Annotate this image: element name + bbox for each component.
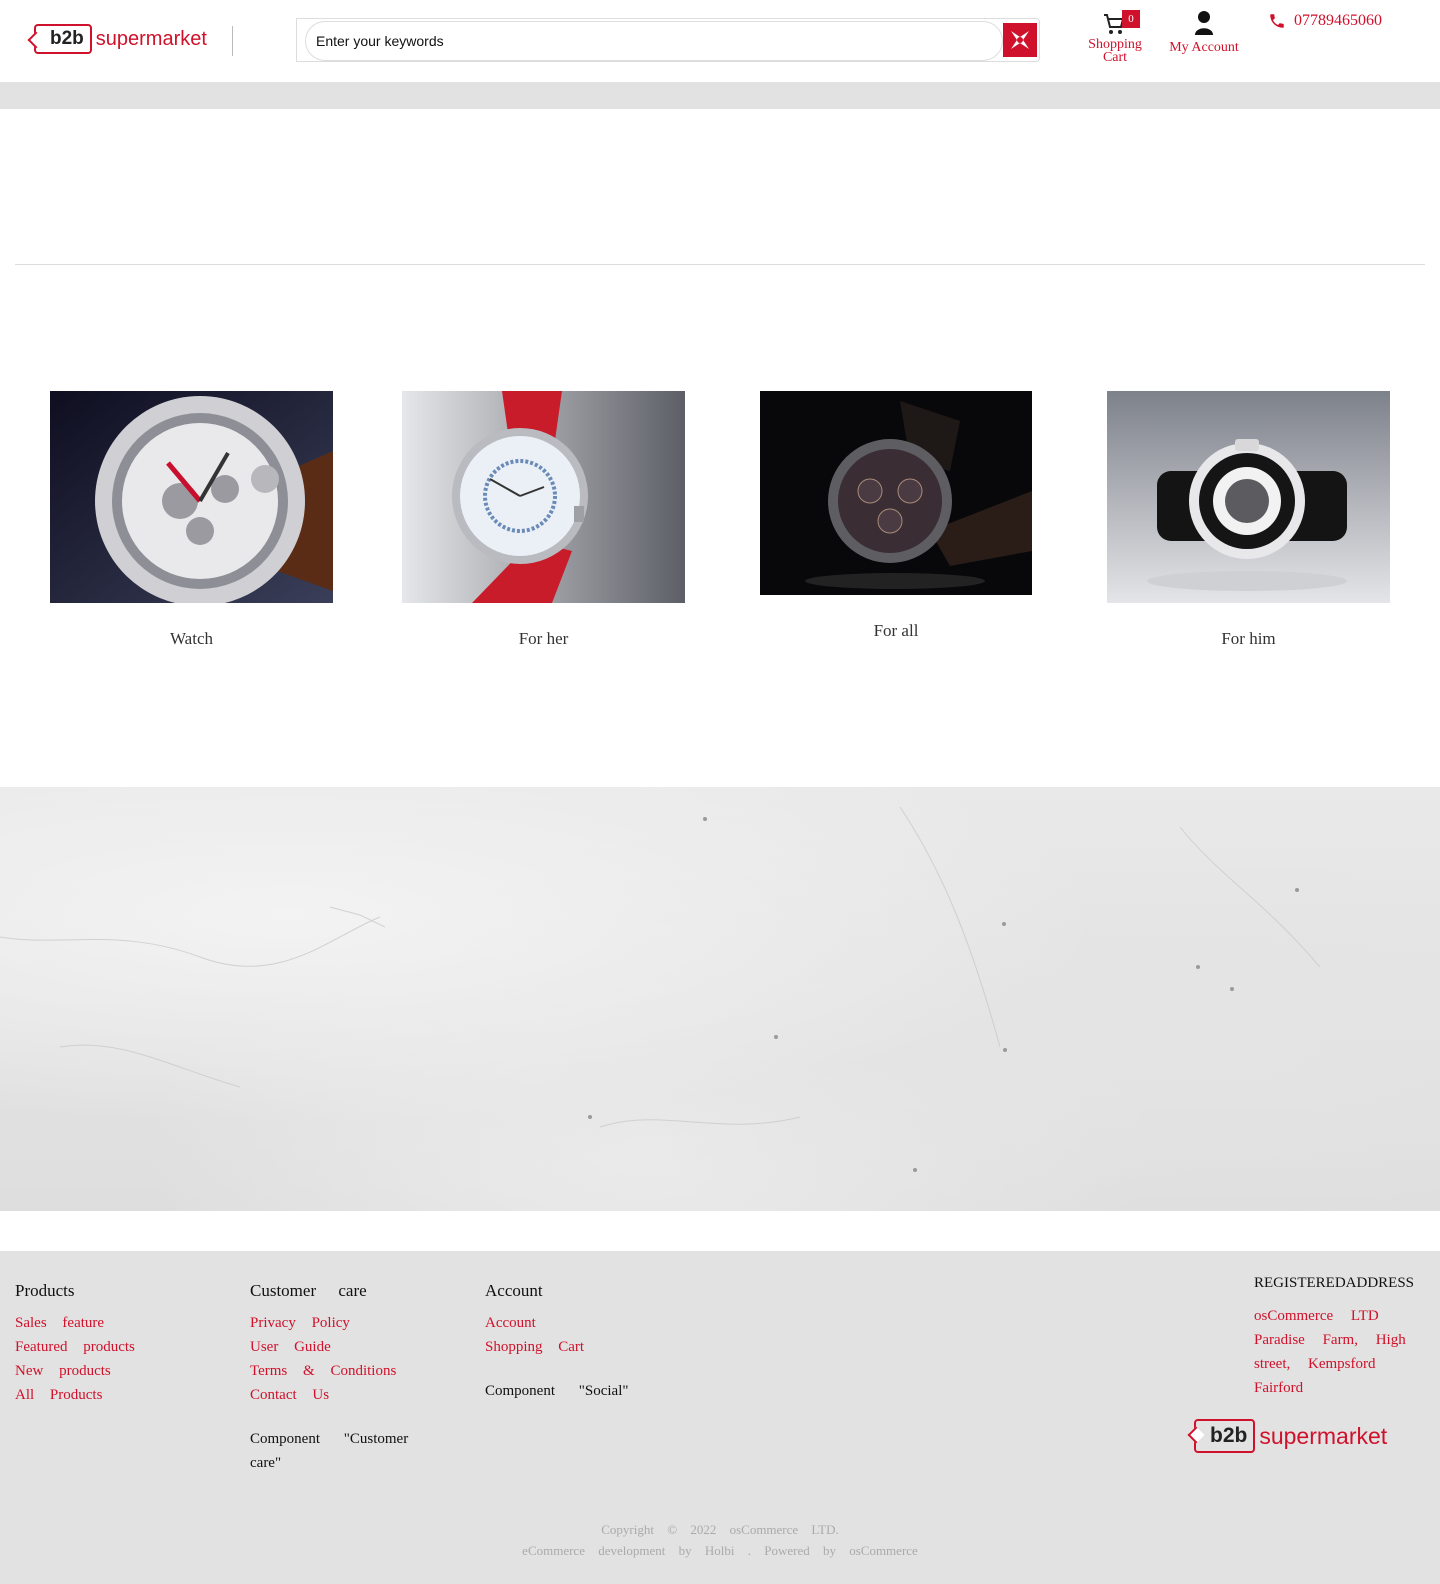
category-image-for-all bbox=[760, 391, 1032, 595]
footer-link-sales-feature[interactable]: Sales feature bbox=[15, 1311, 135, 1335]
search-input[interactable] bbox=[316, 30, 956, 52]
footer-products-column: Products Sales feature Featured products… bbox=[15, 1281, 135, 1407]
site-header: b2b supermarket 0 Shopping Cart bbox=[0, 0, 1440, 82]
site-logo[interactable]: b2b supermarket bbox=[34, 24, 207, 54]
search-button[interactable] bbox=[1003, 23, 1037, 57]
header-divider bbox=[232, 26, 233, 56]
footer-account-column: Account Account Shopping Cart Component … bbox=[485, 1281, 705, 1403]
footer-products-title: Products bbox=[15, 1281, 75, 1300]
footer-customer-care-column: Customer care Privacy Policy User Guide … bbox=[250, 1281, 450, 1475]
cart-label-line2: Cart bbox=[1102, 50, 1128, 65]
footer-link-terms-conditions[interactable]: Terms & Conditions bbox=[250, 1359, 450, 1383]
footer-customer-care-component-note: Component "Customer care" bbox=[250, 1431, 409, 1471]
category-for-him[interactable]: For him bbox=[1107, 391, 1390, 649]
nav-band bbox=[0, 82, 1440, 109]
site-footer: Products Sales feature Featured products… bbox=[0, 1251, 1440, 1584]
logo-tag: b2b bbox=[34, 24, 92, 54]
logo-word: supermarket bbox=[95, 27, 207, 50]
footer-logo-tag: b2b bbox=[1194, 1419, 1256, 1453]
footer-link-all-products[interactable]: All Products bbox=[15, 1383, 135, 1407]
category-label-watch: Watch bbox=[170, 629, 213, 648]
copyright-line1: Copyright © 2022 osCommerce LTD. bbox=[601, 1522, 839, 1537]
footer-link-contact-us[interactable]: Contact Us bbox=[250, 1383, 450, 1407]
my-account-label: My Account bbox=[1169, 40, 1239, 55]
footer-address-text: osCommerce LTD Paradise Farm, High stree… bbox=[1254, 1308, 1406, 1396]
footer-link-account[interactable]: Account bbox=[485, 1311, 705, 1335]
footer-link-new-products[interactable]: New products bbox=[15, 1359, 135, 1383]
search-field-frame bbox=[305, 21, 1003, 61]
footer-link-privacy-policy[interactable]: Privacy Policy bbox=[250, 1311, 450, 1335]
category-image-watch bbox=[50, 391, 333, 603]
search-box bbox=[296, 18, 1040, 62]
category-label-for-her: For her bbox=[518, 629, 569, 648]
footer-account-title: Account bbox=[485, 1281, 543, 1300]
shopping-cart-link[interactable]: 0 Shopping Cart bbox=[1082, 10, 1148, 65]
footer-address: REGISTEREDADDRESS osCommerce LTD Paradis… bbox=[1254, 1275, 1434, 1400]
category-watch[interactable]: Watch bbox=[50, 391, 333, 649]
section-divider bbox=[15, 264, 1425, 265]
cart-icon-wrap: 0 bbox=[1082, 10, 1148, 38]
category-image-for-him bbox=[1107, 391, 1390, 603]
category-label-for-him: For him bbox=[1221, 629, 1276, 648]
footer-address-title: REGISTEREDADDRESS bbox=[1254, 1275, 1415, 1291]
footer-social-component-note: Component "Social" bbox=[485, 1383, 629, 1399]
category-for-all[interactable]: For all bbox=[760, 391, 1032, 641]
category-label-for-all: For all bbox=[873, 621, 919, 640]
cart-count-badge: 0 bbox=[1122, 10, 1140, 28]
footer-link-featured-products[interactable]: Featured products bbox=[15, 1335, 135, 1359]
footer-logo-word: supermarket bbox=[1259, 1422, 1388, 1449]
phone-link[interactable]: 07789465060 bbox=[1268, 12, 1382, 30]
footer-link-shopping-cart[interactable]: Shopping Cart bbox=[485, 1335, 705, 1359]
phone-icon bbox=[1270, 14, 1284, 28]
category-for-her[interactable]: For her bbox=[402, 391, 685, 649]
concrete-texture bbox=[0, 806, 1321, 1172]
category-image-for-her bbox=[402, 391, 685, 603]
footer-customer-care-title: Customer care bbox=[250, 1281, 367, 1300]
phone-number: 07789465060 bbox=[1294, 12, 1382, 29]
concrete-banner bbox=[0, 787, 1440, 1211]
copyright: Copyright © 2022 osCommerce LTD. eCommer… bbox=[0, 1519, 1440, 1561]
search-icon bbox=[1011, 31, 1029, 49]
user-icon bbox=[1195, 11, 1213, 35]
copyright-line2: eCommerce development by Holbi . Powered… bbox=[522, 1543, 918, 1558]
footer-link-user-guide[interactable]: User Guide bbox=[250, 1335, 450, 1359]
my-account-link[interactable]: My Account bbox=[1164, 10, 1244, 56]
footer-logo[interactable]: b2b supermarket bbox=[1194, 1419, 1387, 1453]
